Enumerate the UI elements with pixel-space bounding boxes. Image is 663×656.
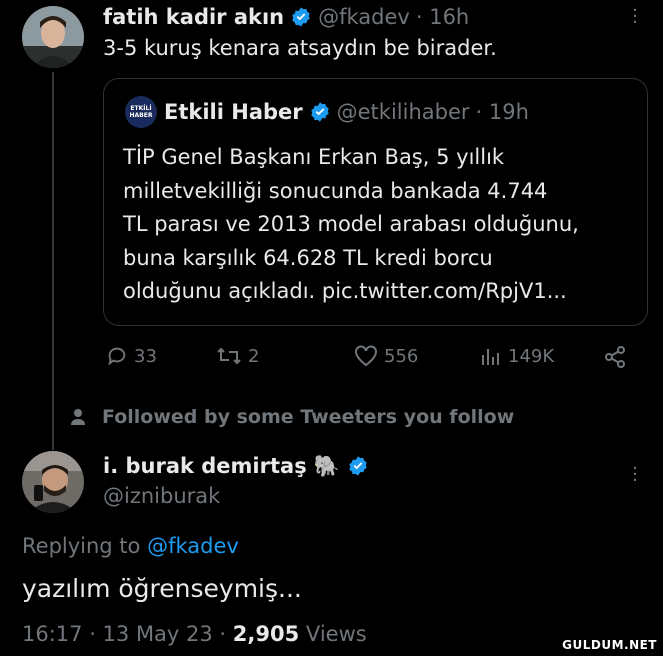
verified-badge-icon: [292, 7, 310, 27]
like-count: 556: [384, 345, 419, 367]
quoted-text-line: milletvekilliği sonucunda bankada 4.744: [123, 178, 548, 203]
retweet-count: 2: [248, 345, 260, 367]
author-handle[interactable]: @fkadev: [318, 5, 410, 29]
verified-badge-icon: [310, 102, 329, 122]
author-name[interactable]: fatih kadir akın: [103, 5, 284, 29]
quoted-text-line: buna karşılık 64.628 TL kredi borcu: [123, 245, 493, 270]
quoted-text-line: olduğunu açıkladı. pic.twitter.com/RpjV1…: [123, 279, 567, 303]
tweet-text: yazılım öğrenseymiş...: [22, 574, 302, 603]
tweet-time[interactable]: · 16h: [416, 5, 469, 29]
watermark: GULDUM.NET: [562, 638, 657, 652]
views-count: 2,905: [232, 622, 300, 646]
share-icon: [605, 346, 625, 368]
elephant-emoji: 🐘: [313, 453, 340, 478]
etkili-haber-logo[interactable]: ETKİLİ HABER: [125, 96, 157, 128]
author-handle[interactable]: @izniburak: [103, 484, 220, 508]
more-options-icon[interactable]: · · ·: [630, 460, 640, 490]
retweet-icon: [217, 347, 241, 365]
more-options-icon[interactable]: · · ·: [630, 2, 640, 32]
quoted-tweet-card[interactable]: ETKİLİ HABER Etkili Haber @etkilihaber ·…: [103, 78, 648, 326]
avatar-izniburak[interactable]: [22, 451, 84, 513]
quoted-author-handle[interactable]: @etkilihaber: [337, 100, 470, 124]
reply-icon: [108, 347, 126, 366]
thread-line: [52, 72, 54, 450]
replying-to-link[interactable]: @fkadev: [147, 534, 239, 558]
heart-icon: [355, 345, 377, 367]
views-count: 149K: [508, 345, 555, 367]
quoted-author-name[interactable]: Etkili Haber: [164, 100, 303, 124]
replying-prefix: Replying to: [22, 534, 141, 558]
author-name[interactable]: i. burak demirtaş: [103, 454, 307, 478]
logo-text-line2: HABER: [129, 112, 153, 119]
quoted-tweet-time[interactable]: · 19h: [476, 100, 529, 124]
tweet-timestamp[interactable]: 16:17 · 13 May 23 ·: [22, 622, 226, 646]
verified-badge-icon: [349, 456, 367, 476]
reply-button[interactable]: 33: [106, 345, 157, 367]
tweet-text: 3-5 kuruş kenara atsaydın be birader.: [103, 36, 497, 60]
avatar-fkadev[interactable]: [22, 6, 84, 68]
quoted-text-line: TİP Genel Başkanı Erkan Baş, 5 yıllık: [123, 145, 505, 169]
like-button[interactable]: 556: [354, 345, 418, 367]
social-context: Followed by some Tweeters you follow: [102, 406, 515, 428]
analytics-icon: [482, 349, 499, 365]
quoted-text-line: TL parası ve 2013 model arabası olduğunu…: [123, 212, 579, 236]
logo-text-line1: ETKİLİ: [130, 105, 152, 112]
views-label: Views: [305, 622, 367, 646]
reply-count: 33: [134, 345, 157, 367]
views-button[interactable]: 149K: [480, 345, 554, 367]
retweet-button[interactable]: 2: [216, 345, 259, 367]
person-icon: [71, 409, 85, 425]
share-button[interactable]: [603, 345, 627, 369]
